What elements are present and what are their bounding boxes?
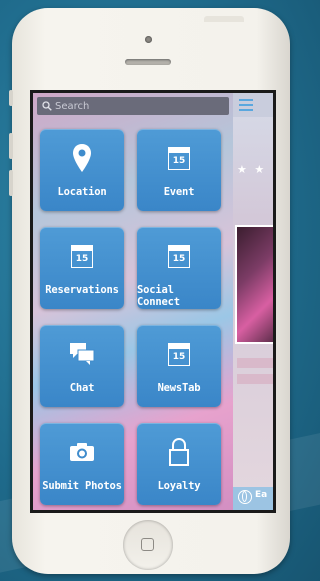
tile-label: Location: [57, 186, 107, 198]
tile-label: Social Connect: [137, 284, 180, 308]
calendar-day: 15: [168, 152, 190, 170]
earpiece-speaker: [125, 59, 171, 65]
tile-submit-photos[interactable]: Submit Photos: [40, 423, 124, 505]
globe-icon: [238, 490, 252, 504]
front-camera: [145, 36, 152, 43]
background-photo: [235, 225, 273, 344]
calendar-icon: 15: [168, 338, 190, 370]
sleep-button: [204, 16, 244, 22]
tile-label: Loyalty: [157, 480, 201, 492]
phone-frame: ★ ★ Ea Location: [9, 8, 290, 574]
calendar-icon: 15: [168, 240, 190, 272]
location-pin-icon: [72, 142, 92, 174]
menu-panel: Location 15 Event 15 Reservations 15 Soc…: [33, 93, 233, 510]
camera-icon: [69, 436, 95, 468]
volume-down-button: [9, 170, 13, 196]
background-footer-text: Ea: [255, 490, 268, 500]
tile-label: Submit Photos: [42, 480, 122, 492]
tile-loyalty[interactable]: Loyalty: [137, 423, 221, 505]
mute-switch: [9, 90, 13, 106]
calendar-icon: 15: [71, 240, 93, 272]
tile-newstab[interactable]: 15 NewsTab: [137, 325, 221, 407]
tile-chat[interactable]: Chat: [40, 325, 124, 407]
rating-stars-icon: ★ ★: [237, 163, 267, 176]
search-icon: [42, 101, 52, 111]
chat-bubbles-icon: [69, 338, 95, 370]
calendar-day: 15: [168, 250, 190, 268]
tile-location[interactable]: Location: [40, 129, 124, 211]
tile-label: Event: [163, 186, 195, 198]
tile-label: NewsTab: [157, 382, 201, 394]
calendar-day: 15: [71, 250, 93, 268]
tile-label: Chat: [69, 382, 95, 394]
tile-social-connect[interactable]: 15 Social Connect: [137, 227, 221, 309]
phone-screen: ★ ★ Ea Location: [30, 90, 276, 513]
search-input[interactable]: [52, 100, 225, 112]
background-content-bars: [237, 358, 273, 398]
search-bar[interactable]: [37, 97, 229, 115]
calendar-icon: 15: [168, 142, 190, 174]
home-button[interactable]: [123, 520, 173, 570]
calendar-day: 15: [168, 348, 190, 366]
tile-label: Reservations: [45, 284, 119, 296]
volume-up-button: [9, 133, 13, 159]
background-app-page: ★ ★ Ea: [233, 93, 273, 510]
tile-event[interactable]: 15 Event: [137, 129, 221, 211]
background-footer[interactable]: Ea: [233, 487, 273, 510]
tile-reservations[interactable]: 15 Reservations: [40, 227, 124, 309]
menu-icon[interactable]: [239, 99, 253, 101]
home-square-icon: [141, 538, 154, 551]
background-header: [233, 93, 273, 117]
lock-icon: [169, 436, 189, 468]
